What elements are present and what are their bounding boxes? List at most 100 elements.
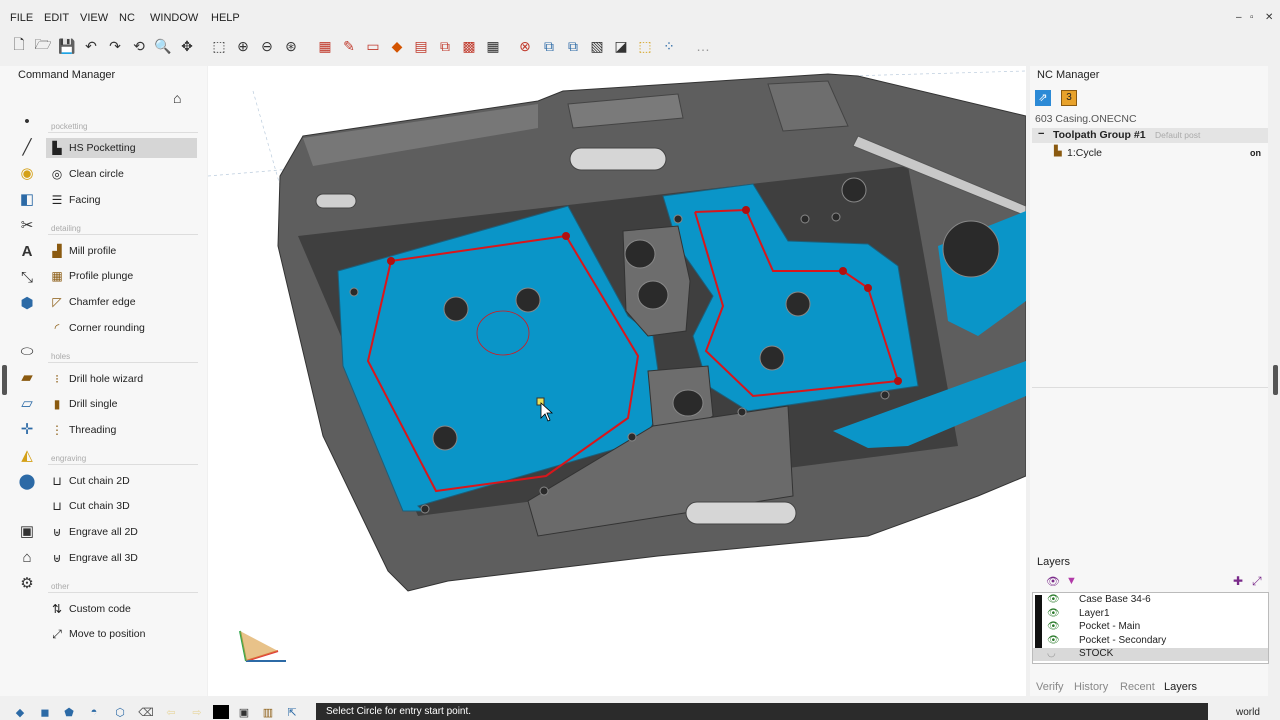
menu-edit[interactable]: EDIT: [44, 12, 69, 24]
nodes-icon[interactable]: ⁘: [660, 37, 678, 55]
edit-geometry-icon[interactable]: ✎: [340, 37, 358, 55]
menu-window[interactable]: WINDOW: [150, 12, 198, 24]
axis-icon[interactable]: ✛: [14, 418, 40, 440]
sphere-icon[interactable]: ⬤: [14, 470, 40, 492]
transform-icon[interactable]: ⧉: [436, 37, 454, 55]
text-icon[interactable]: A: [14, 240, 40, 262]
cycle-name[interactable]: 1:Cycle: [1067, 147, 1102, 159]
pocket-tool-icon[interactable]: ▣: [14, 520, 40, 542]
tab-recent[interactable]: Recent: [1120, 681, 1155, 693]
3d-viewport[interactable]: [208, 66, 1026, 696]
shapes-icon[interactable]: ◧: [14, 188, 40, 210]
cmd-engrave-all-2d[interactable]: ⊎ Engrave all 2D: [46, 522, 197, 542]
tab-verify[interactable]: Verify: [1036, 681, 1064, 693]
zoom-in-icon[interactable]: ⊕: [234, 37, 252, 55]
eye-icon[interactable]: 👁: [1047, 621, 1060, 632]
pan-icon[interactable]: ✥: [178, 37, 196, 55]
view-wire-icon[interactable]: ⬡: [112, 705, 128, 719]
solid-edit-icon[interactable]: ◭: [14, 444, 40, 466]
cmd-cut-chain-2d[interactable]: ⊔ Cut chain 2D: [46, 471, 197, 491]
zoom-window-icon[interactable]: ⬚: [210, 37, 228, 55]
open-file-icon[interactable]: 🗁: [34, 36, 52, 55]
menu-help[interactable]: HELP: [211, 12, 240, 24]
view-front-icon[interactable]: ◼: [37, 705, 53, 719]
eraser-icon[interactable]: ⌫: [138, 705, 154, 719]
cycle-state[interactable]: on: [1250, 148, 1261, 158]
rectangle-icon[interactable]: ▭: [364, 37, 382, 55]
ungroup-icon[interactable]: ⧉: [564, 37, 582, 55]
array-icon[interactable]: ▩: [460, 37, 478, 55]
cmd-clean-circle[interactable]: ◎ Clean circle: [46, 164, 197, 184]
cmd-engrave-all-3d[interactable]: ⊎ Engrave all 3D: [46, 548, 197, 568]
rotate-view-icon[interactable]: ⟲: [130, 37, 148, 55]
view-top-icon[interactable]: ◓: [86, 705, 102, 719]
add-layer-icon[interactable]: ✚: [1233, 574, 1243, 588]
nc-badge[interactable]: 3: [1061, 90, 1077, 106]
cmd-facing[interactable]: ☰ Facing: [46, 190, 197, 210]
part-model[interactable]: [208, 66, 1026, 696]
toolpath-group-row[interactable]: − Toolpath Group #1 Default post: [1032, 128, 1268, 143]
stop-icon[interactable]: ⊗: [516, 37, 534, 55]
home-icon[interactable]: ⌂: [173, 90, 181, 106]
undo-icon[interactable]: ↶: [82, 37, 100, 55]
zoom-all-icon[interactable]: ⊛: [282, 37, 300, 55]
cmd-move-to-position[interactable]: ⤢ Move to position: [46, 624, 197, 644]
cmd-drill-single[interactable]: ▮ Drill single: [46, 394, 197, 414]
eye-icon[interactable]: 👁: [1047, 635, 1060, 646]
left-panel-handle[interactable]: [2, 365, 7, 395]
select-grid-icon[interactable]: ▦: [484, 37, 502, 55]
grid-icon[interactable]: ▦: [316, 37, 334, 55]
layers-grid-icon[interactable]: ▤: [412, 37, 430, 55]
line-icon[interactable]: ╱: [14, 136, 40, 158]
collapse-icon[interactable]: −: [1038, 128, 1044, 140]
eye-icon[interactable]: 👁: [1047, 594, 1060, 605]
cmd-corner-rounding[interactable]: ◜ Corner rounding: [46, 318, 197, 338]
eye-closed-icon[interactable]: ◡: [1047, 648, 1056, 659]
hexagon-icon[interactable]: ⬢: [14, 292, 40, 314]
layer-color-icon[interactable]: ▼: [1066, 575, 1077, 587]
measure-icon[interactable]: ◪: [612, 37, 630, 55]
box-icon[interactable]: ▰: [14, 366, 40, 388]
layer-row[interactable]: 👁 Layer1: [1033, 608, 1268, 621]
cmd-hs-pocketting[interactable]: ▙ HS Pocketting: [46, 138, 197, 158]
back-arrow-icon[interactable]: ⇦: [163, 705, 179, 719]
cmd-profile-plunge[interactable]: ▦ Profile plunge: [46, 266, 197, 286]
tab-layers[interactable]: Layers: [1164, 681, 1197, 693]
cmd-threading[interactable]: ⋮ Threading: [46, 420, 197, 440]
more-icon[interactable]: …: [694, 37, 712, 55]
new-file-icon[interactable]: 🗋: [10, 36, 28, 55]
right-panel-handle[interactable]: [1273, 365, 1278, 395]
minimize-button[interactable]: –: [1236, 12, 1242, 23]
view-shaded-icon[interactable]: ⬟: [61, 705, 77, 719]
menu-file[interactable]: FILE: [10, 12, 33, 24]
solid-icon[interactable]: ◆: [388, 37, 406, 55]
close-button[interactable]: ✕: [1265, 12, 1273, 23]
plane-icon[interactable]: ▱: [14, 392, 40, 414]
hatch-icon[interactable]: ▧: [588, 37, 606, 55]
point-icon[interactable]: •: [14, 110, 40, 132]
layer-row[interactable]: ◡ STOCK: [1033, 648, 1268, 661]
layer-row[interactable]: 👁 Pocket - Main: [1033, 621, 1268, 634]
color-black-icon[interactable]: [213, 705, 229, 719]
save-icon[interactable]: 💾: [58, 37, 76, 55]
pattern-icon[interactable]: ▥: [260, 705, 276, 719]
eye-icon[interactable]: 👁: [1047, 608, 1060, 619]
zoom-out-icon[interactable]: ⊖: [258, 37, 276, 55]
surface-icon[interactable]: ⬭: [14, 340, 40, 362]
forward-arrow-icon[interactable]: ⇨: [189, 705, 205, 719]
visibility-toggle-icon[interactable]: 👁: [1046, 575, 1060, 588]
menu-nc[interactable]: NC: [119, 12, 135, 24]
layer-row[interactable]: 👁 Pocket - Secondary: [1033, 635, 1268, 648]
snap-icon[interactable]: ⬚: [636, 37, 654, 55]
pointer-icon[interactable]: ⇱: [284, 705, 300, 719]
cmd-cut-chain-3d[interactable]: ⊔ Cut chain 3D: [46, 496, 197, 516]
nc-export-icon[interactable]: ⇗: [1035, 90, 1051, 106]
arch-icon[interactable]: ⌂: [14, 546, 40, 568]
restore-button[interactable]: ▫: [1250, 12, 1254, 23]
cmd-custom-code[interactable]: ⇅ Custom code: [46, 599, 197, 619]
group-icon[interactable]: ⧉: [540, 37, 558, 55]
menu-view[interactable]: VIEW: [80, 12, 108, 24]
cmd-drill-hole-wizard[interactable]: ⁝ Drill hole wizard: [46, 369, 197, 389]
color-box-icon[interactable]: ▣: [236, 705, 252, 719]
view-iso-icon[interactable]: ◆: [12, 705, 28, 719]
